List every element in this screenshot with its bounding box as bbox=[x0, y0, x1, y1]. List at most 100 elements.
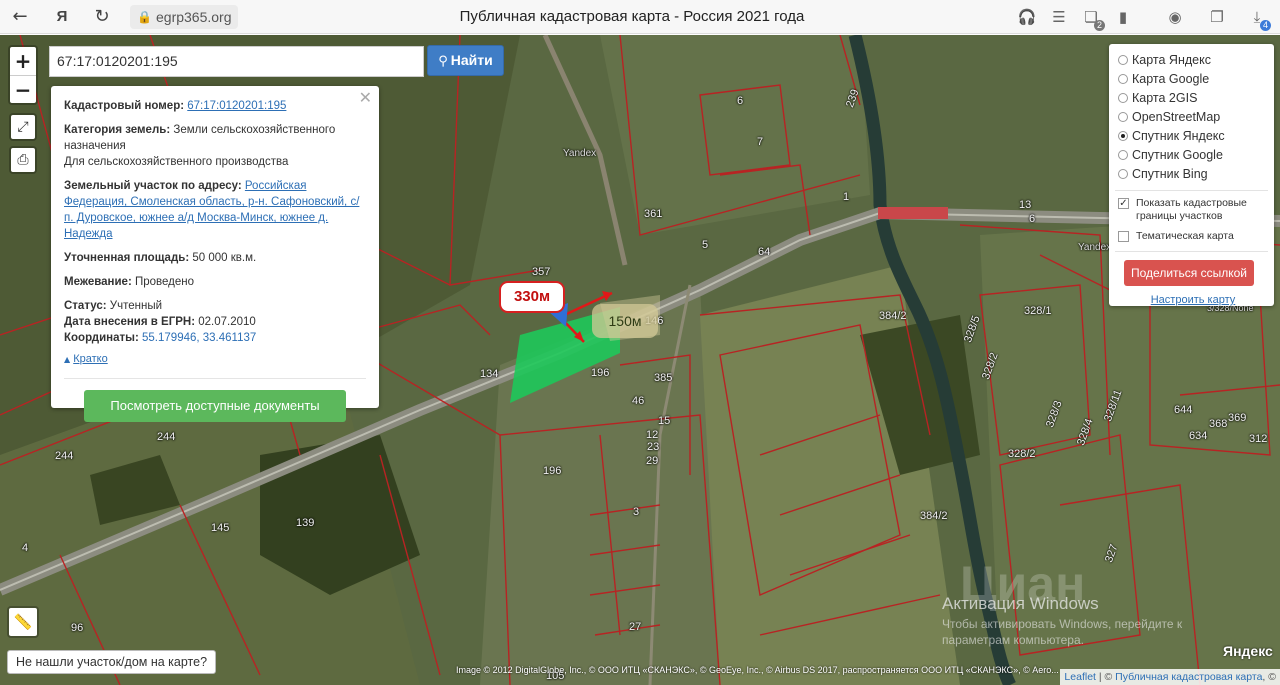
divider bbox=[1115, 190, 1268, 191]
layer-option-label: Карта Яндекс bbox=[1132, 53, 1211, 67]
layer-option[interactable]: Спутник Google bbox=[1118, 146, 1268, 165]
parcel-label: 328/2 bbox=[1008, 448, 1036, 460]
parcel-label: 6 bbox=[1029, 213, 1036, 225]
print-icon[interactable]: ⎙ bbox=[9, 146, 37, 174]
parcel-label: 13 bbox=[1019, 199, 1032, 211]
ruler-icon[interactable]: 📏 bbox=[7, 606, 39, 638]
cadastral-number-link[interactable]: 67:17:0120201:195 bbox=[187, 100, 286, 112]
divider bbox=[1115, 251, 1268, 252]
layer-option-label: Карта Google bbox=[1132, 72, 1210, 86]
parcel-label: 357 bbox=[532, 266, 551, 278]
date-label: Дата внесения в ЕГРН: bbox=[64, 316, 196, 328]
configure-map-link[interactable]: Настроить карту bbox=[1118, 294, 1268, 306]
thematic-map-label: Тематическая карта bbox=[1136, 230, 1234, 242]
area-value: 50 000 кв.м. bbox=[192, 252, 257, 264]
survey-label: Межевание: bbox=[64, 276, 132, 288]
layer-option[interactable]: Карта 2GIS bbox=[1118, 89, 1268, 108]
leaflet-link[interactable]: Leaflet bbox=[1064, 671, 1096, 683]
radio-selected-icon bbox=[1118, 131, 1128, 141]
yandex-logo: Яндекс bbox=[1223, 643, 1273, 659]
layer-option[interactable]: Спутник Bing bbox=[1118, 165, 1268, 184]
status-label: Статус: bbox=[64, 300, 107, 312]
layer-option-label: Карта 2GIS bbox=[1132, 91, 1198, 105]
layer-option[interactable]: Карта Google bbox=[1118, 70, 1268, 89]
tabs-icon[interactable]: ❏ 2 bbox=[1080, 6, 1105, 31]
reader-mode-icon[interactable]: ☰ bbox=[1048, 6, 1070, 28]
search-button[interactable]: ⚲ Найти bbox=[427, 45, 504, 76]
triangle-up-icon: ▲ bbox=[64, 355, 71, 364]
radio-icon bbox=[1118, 55, 1128, 65]
layer-option[interactable]: Спутник Яндекс bbox=[1118, 127, 1268, 146]
downloads-icon[interactable]: ⤓ 4 bbox=[1246, 6, 1271, 31]
search-input[interactable]: 67:17:0120201:195 bbox=[49, 46, 424, 77]
land-category-label: Категория земель: bbox=[64, 124, 171, 136]
parcel-label: 244 bbox=[157, 431, 176, 443]
parcel-label: 12 bbox=[646, 429, 659, 441]
imagery-attribution: Image © 2012 DigitalGlobe, Inc., © ООО И… bbox=[456, 665, 1059, 675]
land-use-value: Для сельскохозяйственного производства bbox=[64, 156, 289, 168]
windows-activation-text: Чтобы активировать Windows, перейдите к … bbox=[942, 617, 1183, 647]
collapse-link-label: Кратко bbox=[73, 353, 108, 365]
attribution-suffix: , © bbox=[1262, 671, 1276, 683]
parcel-label: 46 bbox=[632, 395, 645, 407]
parcel-label: 384/2 bbox=[920, 510, 948, 522]
layer-option[interactable]: Карта Яндекс bbox=[1118, 51, 1268, 70]
tabs-count-badge: 2 bbox=[1094, 20, 1105, 31]
thematic-map-checkbox[interactable]: Тематическая карта bbox=[1118, 230, 1268, 243]
show-borders-label: Показать кадастровые границы участков bbox=[1136, 197, 1247, 222]
radio-icon bbox=[1118, 93, 1128, 103]
zoom-control: + − bbox=[8, 45, 38, 105]
parcel-label: 139 bbox=[296, 517, 315, 529]
view-documents-button[interactable]: Посмотреть доступные документы bbox=[84, 390, 346, 422]
cadastral-map[interactable]: 6 7 239 1 361 5 64 13 6 357 146 196 134 … bbox=[0, 35, 1280, 685]
leaflet-attribution: Leaflet | © Публичная кадастровая карта,… bbox=[1060, 669, 1280, 685]
pkk-link[interactable]: Публичная кадастровая карта bbox=[1115, 671, 1262, 683]
fullscreen-icon[interactable]: ⤢ bbox=[9, 113, 37, 141]
close-icon[interactable]: ✕ bbox=[359, 90, 372, 106]
parcel-label: 23 bbox=[647, 441, 660, 453]
parcel-label: 196 bbox=[591, 367, 610, 379]
layer-option-label: OpenStreetMap bbox=[1132, 110, 1221, 124]
parcel-info-popup: ✕ Кадастровый номер: 67:17:0120201:195 К… bbox=[51, 86, 379, 422]
parcel-label: 244 bbox=[55, 450, 74, 462]
address-label: Земельный участок по адресу: bbox=[64, 180, 242, 192]
area-label: Уточненная площадь: bbox=[64, 252, 190, 264]
share-link-button[interactable]: Поделиться ссылкой bbox=[1124, 260, 1254, 286]
parcel-label: 328/1 bbox=[1024, 305, 1052, 317]
collapse-link[interactable]: ▲ Кратко bbox=[64, 351, 366, 368]
parcel-label: 7 bbox=[757, 136, 764, 148]
bookmark-icon[interactable]: ▮ bbox=[1112, 6, 1134, 28]
coordinates-label: Координаты: bbox=[64, 332, 139, 344]
radio-icon bbox=[1118, 150, 1128, 160]
zoom-in-button[interactable]: + bbox=[10, 47, 36, 75]
search-button-label: Найти bbox=[450, 52, 493, 68]
parcel-label: 369 bbox=[1228, 412, 1247, 424]
parcel-label: 15 bbox=[658, 415, 671, 427]
parcel-label: 196 bbox=[543, 465, 562, 477]
divider bbox=[64, 378, 366, 379]
radio-icon bbox=[1118, 112, 1128, 122]
zoom-out-button[interactable]: − bbox=[10, 75, 36, 103]
layer-option-label: Спутник Яндекс bbox=[1132, 129, 1225, 143]
parcel-label: 4 bbox=[22, 542, 29, 554]
parcel-label: 29 bbox=[646, 455, 659, 467]
extension-icon[interactable]: ◉ bbox=[1164, 6, 1186, 28]
coordinates-value[interactable]: 55.179946, 33.461137 bbox=[142, 332, 256, 344]
map-layers-panel: Карта Яндекс Карта Google Карта 2GIS OpenSt… bbox=[1109, 44, 1274, 306]
collections-icon[interactable]: ❐ bbox=[1206, 6, 1228, 28]
parcel-label: 145 bbox=[211, 522, 230, 534]
checkmark-icon: ✓ bbox=[1118, 198, 1129, 209]
show-borders-checkbox[interactable]: ✓ Показать кадастровые границы участков bbox=[1118, 197, 1268, 223]
attribution-separator: | © bbox=[1095, 671, 1116, 683]
layer-option-label: Спутник Google bbox=[1132, 148, 1223, 162]
date-value: 02.07.2010 bbox=[198, 316, 256, 328]
layer-option[interactable]: OpenStreetMap bbox=[1118, 108, 1268, 127]
not-found-button[interactable]: Не нашли участок/дом на карте? bbox=[7, 650, 217, 674]
parcel-label: 1 bbox=[843, 191, 850, 203]
parcel-label: 27 bbox=[629, 621, 642, 633]
radio-icon bbox=[1118, 74, 1128, 84]
status-value: Учтенный bbox=[109, 300, 163, 312]
headphones-icon[interactable]: 🎧 bbox=[1016, 6, 1038, 28]
layer-options-list: Карта Яндекс Карта Google Карта 2GIS OpenSt… bbox=[1118, 51, 1268, 184]
distance-label-secondary: 150м bbox=[592, 304, 658, 338]
